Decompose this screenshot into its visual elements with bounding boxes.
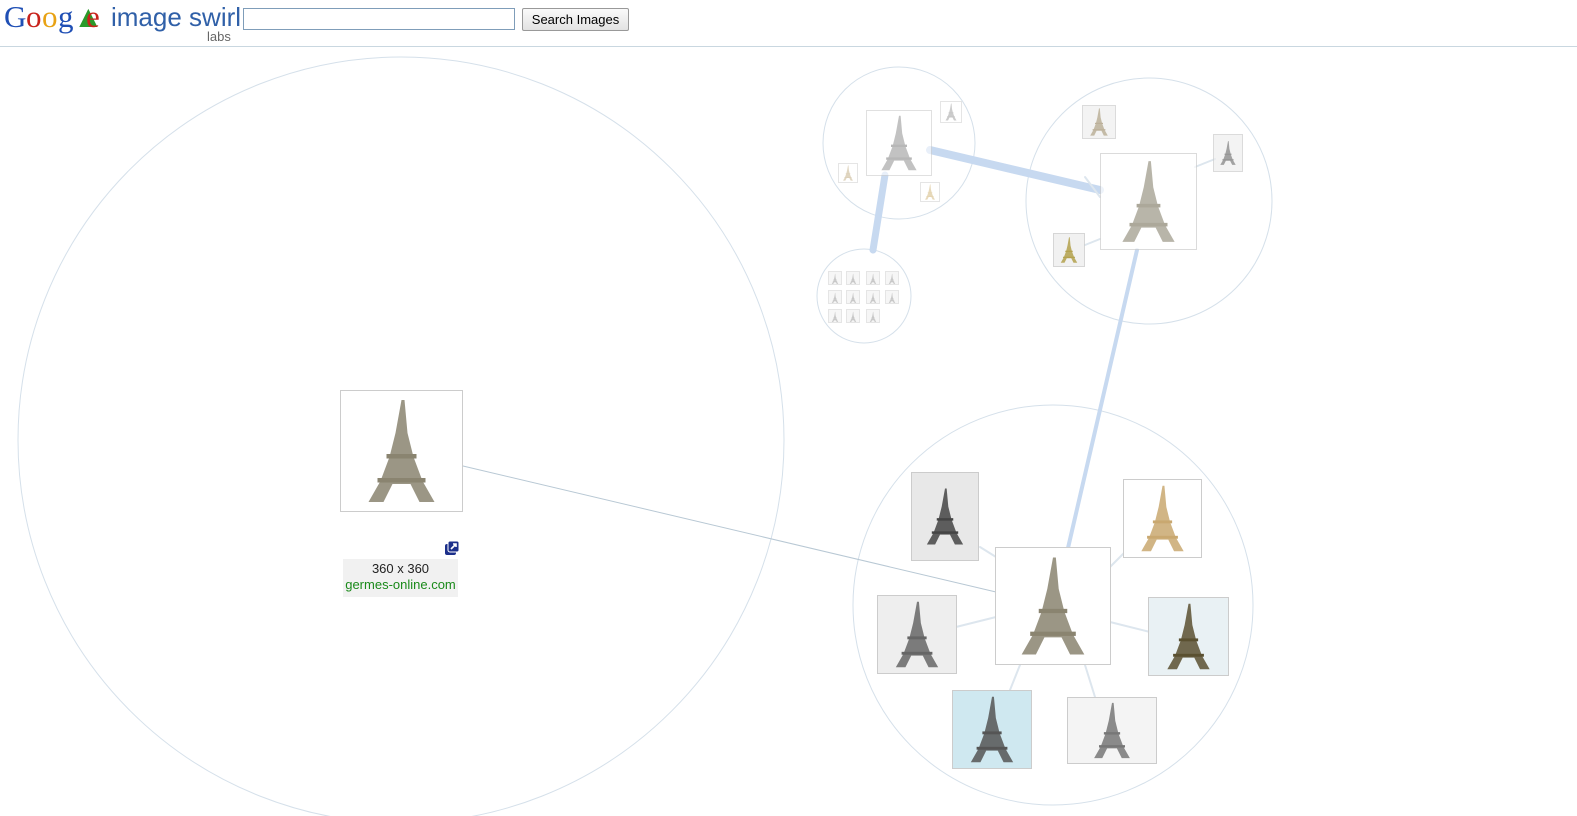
- image-thumbnail[interactable]: [1100, 153, 1197, 250]
- eiffel-tower-image: [849, 311, 857, 322]
- eiffel-tower-image: [831, 292, 839, 303]
- product-tag: labs: [207, 29, 231, 44]
- eiffel-tower-image: [945, 103, 957, 121]
- eiffel-tower-image: [831, 273, 839, 284]
- image-thumbnail[interactable]: [838, 163, 858, 183]
- eiffel-tower-image: [1141, 485, 1184, 552]
- image-thumbnail[interactable]: [866, 290, 880, 304]
- eiffel-tower-image: [368, 400, 435, 502]
- image-dimensions: 360 x 360: [371, 561, 430, 576]
- eiffel-tower-image: [1090, 108, 1108, 136]
- eiffel-tower-image: [1021, 557, 1085, 655]
- eiffel-tower-image: [926, 488, 964, 545]
- eiffel-tower-image: [1167, 603, 1210, 670]
- search-input[interactable]: [243, 8, 515, 30]
- eiffel-tower-image: [1094, 702, 1130, 759]
- image-thumbnail[interactable]: [920, 182, 940, 202]
- eiffel-tower-image: [888, 292, 896, 303]
- eiffel-tower-image: [1122, 161, 1175, 242]
- cluster-edge: [926, 146, 1104, 194]
- cluster-graph: [17, 56, 1273, 816]
- image-thumbnail[interactable]: [828, 290, 842, 304]
- header: G o o g ▲ e image swirl labs Search Imag…: [0, 0, 1577, 47]
- eiffel-tower-image: [849, 292, 857, 303]
- image-thumbnail[interactable]: [846, 309, 860, 323]
- image-thumbnail[interactable]: [885, 271, 899, 285]
- image-thumbnail[interactable]: [911, 472, 979, 561]
- image-thumbnail[interactable]: [1123, 479, 1202, 558]
- image-thumbnail[interactable]: [1148, 597, 1229, 676]
- eiffel-tower-image: [1220, 141, 1236, 165]
- image-thumbnail[interactable]: [995, 547, 1111, 665]
- search-images-button[interactable]: Search Images: [522, 8, 629, 31]
- swirl-canvas: 360 x 360 germes-online.com: [0, 47, 1577, 816]
- eiffel-tower-image: [869, 292, 877, 303]
- image-thumbnail[interactable]: [866, 309, 880, 323]
- image-thumbnail[interactable]: [1082, 105, 1116, 139]
- eiffel-tower-image: [849, 273, 857, 284]
- eiffel-tower-image: [843, 165, 853, 181]
- eiffel-tower-image: [1060, 237, 1078, 263]
- image-thumbnail[interactable]: [828, 271, 842, 285]
- image-thumbnail[interactable]: [866, 271, 880, 285]
- image-thumbnail[interactable]: [846, 271, 860, 285]
- image-thumbnail[interactable]: [866, 110, 932, 176]
- eiffel-tower-image: [888, 273, 896, 284]
- image-thumbnail[interactable]: [1067, 697, 1157, 764]
- image-thumbnail[interactable]: [340, 390, 463, 512]
- eiffel-tower-image: [970, 696, 1014, 763]
- image-thumbnail[interactable]: [1053, 233, 1085, 267]
- google-image-swirl-logo[interactable]: G o o g ▲ e image swirl labs: [4, 0, 241, 44]
- cluster-edge: [869, 171, 889, 254]
- image-thumbnail[interactable]: [828, 309, 842, 323]
- image-thumbnail[interactable]: [940, 101, 962, 123]
- eiffel-tower-image: [881, 115, 917, 171]
- image-caption: 360 x 360 germes-online.com: [343, 559, 458, 597]
- image-thumbnail[interactable]: [877, 595, 957, 674]
- eiffel-tower-image: [869, 311, 877, 322]
- image-thumbnail[interactable]: [1213, 134, 1243, 172]
- eiffel-tower-image: [925, 184, 935, 200]
- eiffel-tower-image: [895, 601, 939, 668]
- eiffel-tower-image: [869, 273, 877, 284]
- open-in-new-window-icon[interactable]: [444, 540, 460, 556]
- image-thumbnail[interactable]: [885, 290, 899, 304]
- image-thumbnail[interactable]: [846, 290, 860, 304]
- image-thumbnail[interactable]: [952, 690, 1032, 769]
- image-source-link[interactable]: germes-online.com: [343, 577, 458, 593]
- eiffel-tower-image: [831, 311, 839, 322]
